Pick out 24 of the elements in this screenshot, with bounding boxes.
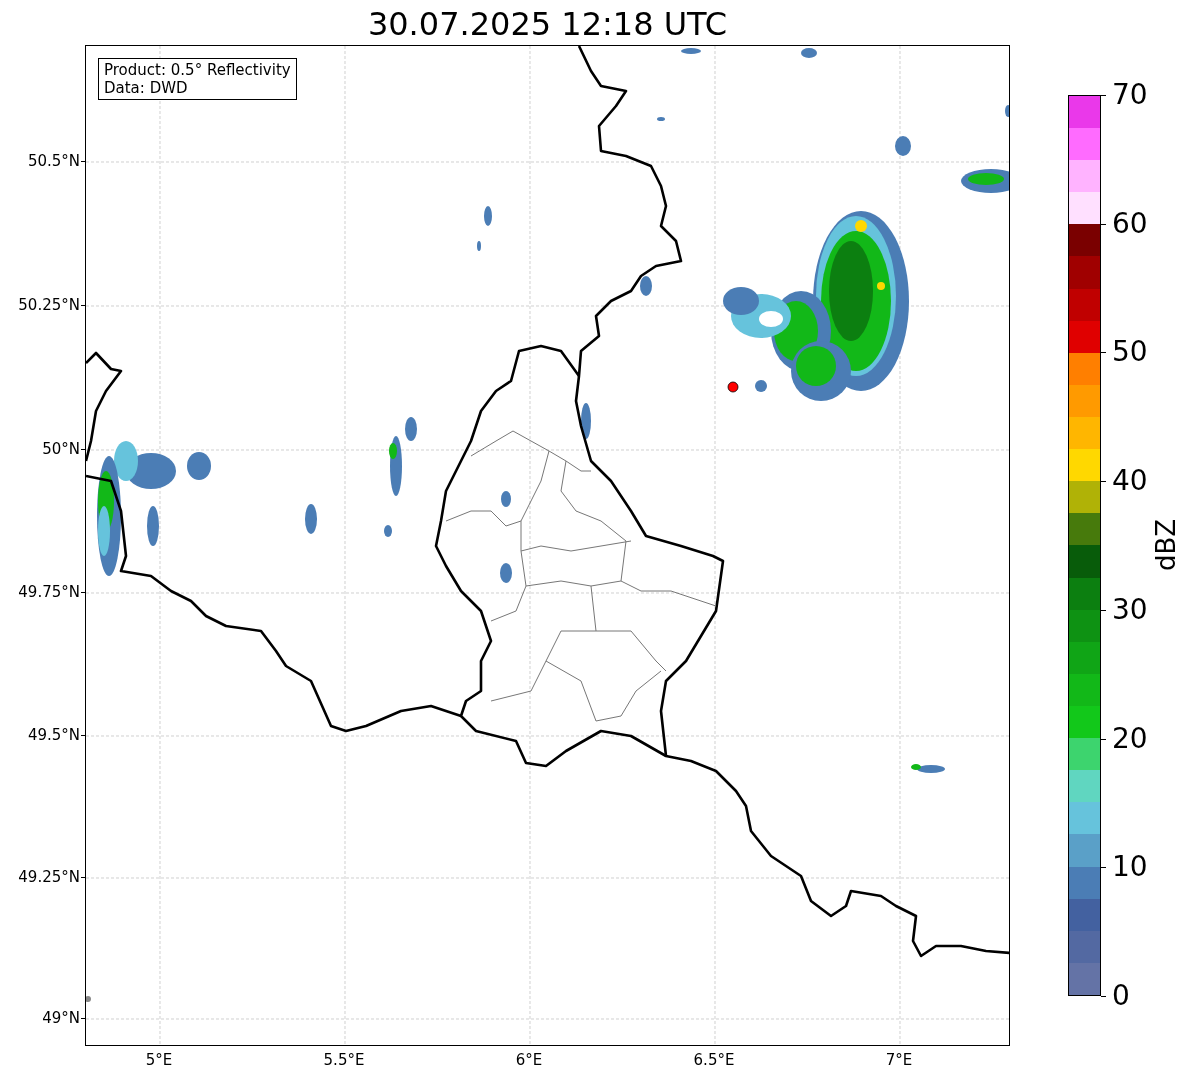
colorbar-tick-label: 70 — [1112, 79, 1148, 111]
latitude-label: 50.25°N — [18, 296, 80, 314]
longitude-label: 6°E — [515, 1051, 543, 1069]
colorbar-tick-label: 50 — [1112, 336, 1148, 369]
colorbar-tick-label: 60 — [1112, 207, 1148, 240]
colorbar-tick-label: 30 — [1112, 593, 1148, 626]
colorbar-tick-label: 10 — [1112, 851, 1148, 884]
colorbar-label: dBZ — [1151, 518, 1182, 572]
latitude-label: 50.5°N — [27, 152, 80, 170]
longitude-label: 5°E — [145, 1051, 173, 1069]
radar-site-marker — [727, 381, 739, 393]
longitude-label: 6.5°E — [693, 1051, 735, 1069]
info-box: Product: 0.5° Reflectivity Data: DWD — [98, 58, 297, 100]
chart-title: 30.07.2025 12:18 UTC — [366, 4, 729, 44]
latitude-label: 49.5°N — [27, 726, 80, 744]
latitude-label: 49.25°N — [18, 868, 80, 886]
latitude-label: 49°N — [42, 1009, 80, 1027]
latitude-label: 49.75°N — [18, 583, 80, 601]
colorbar-tick-label: 40 — [1112, 465, 1148, 498]
colorbar-tick-label: 0 — [1112, 980, 1130, 1012]
longitude-label: 5.5°E — [323, 1051, 365, 1069]
latitude-label: 50°N — [42, 440, 80, 458]
longitude-label: 7°E — [885, 1051, 913, 1069]
colorbar-tick-label: 20 — [1112, 722, 1148, 755]
